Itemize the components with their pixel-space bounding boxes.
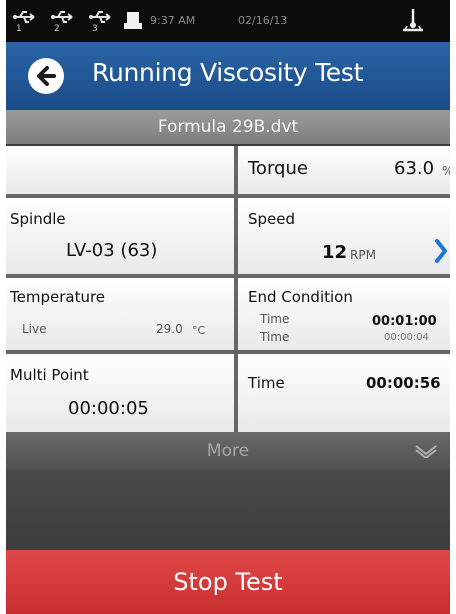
time-cell: Time 00:00:56 [238,354,450,432]
file-name-bar: Formula 29B.dvt [6,110,450,144]
speed-cell[interactable]: Speed 12 RPM [238,198,450,274]
status-bar: 1 2 3 9:37 AM 02/16/13 [6,0,450,42]
device-screen: 1 2 3 9:37 AM 02/16/13 Running Viscosity… [6,0,450,614]
usb-icon: 1 [12,10,38,34]
stop-test-label: Stop Test [173,568,283,596]
readings-grid: Torque 63.0 % Spindle LV-03 (63) Speed 1… [6,146,450,432]
spindle-label: Spindle [10,210,66,228]
torque-unit: % [442,164,450,178]
usb-icon: 2 [50,10,76,34]
empty-cell [6,146,234,194]
stop-test-button[interactable]: Stop Test [6,550,450,614]
more-content-area [6,470,450,550]
torque-label: Torque [248,158,308,179]
multi-point-label: Multi Point [10,366,89,384]
temperature-value: 29.0 [156,322,183,336]
speed-value: 12 [322,242,348,263]
back-button[interactable] [28,58,64,94]
multi-point-cell[interactable]: Multi Point 00:00:05 [6,354,234,432]
title-bar: Running Viscosity Test [6,42,450,110]
speed-label: Speed [248,210,296,228]
speed-unit: RPM [350,248,376,262]
chevron-down-icon[interactable] [414,444,438,458]
end-condition-cell[interactable]: End Condition Time 00:01:00 Time 00:00:0… [238,278,450,350]
usb-port-number: 1 [16,24,22,34]
more-label: More [206,441,250,461]
multi-point-value: 00:00:05 [68,398,149,419]
end-condition-label: End Condition [248,288,353,306]
page-title: Running Viscosity Test [92,58,364,87]
torque-value: 63.0 [394,158,435,179]
spindle-cell[interactable]: Spindle LV-03 (63) [6,198,234,274]
arrow-left-icon [37,66,56,86]
usb-port-number: 2 [54,24,60,34]
printer-icon [124,11,142,31]
end-condition-row2-value: 00:00:04 [384,332,429,343]
temperature-mode: Live [22,322,47,336]
spindle-value: LV-03 (63) [66,240,158,261]
level-icon [401,8,425,34]
usb-icon: 3 [88,10,114,34]
torque-cell: Torque 63.0 % [238,146,450,194]
temperature-cell[interactable]: Temperature Live 29.0 °C [6,278,234,350]
usb-port-number: 3 [92,24,98,34]
end-condition-row2-label: Time [260,330,290,344]
temperature-unit: °C [192,324,206,337]
time-value: 00:00:56 [366,374,441,392]
chevron-right-icon[interactable] [434,238,448,264]
more-bar[interactable]: More [6,432,450,470]
status-date: 02/16/13 [238,14,288,27]
time-label: Time [248,374,285,392]
temperature-label: Temperature [10,288,106,306]
end-condition-row1-value: 00:01:00 [372,314,437,329]
status-time: 9:37 AM [150,14,196,27]
file-name: Formula 29B.dvt [157,117,299,137]
end-condition-row1-label: Time [260,312,290,326]
